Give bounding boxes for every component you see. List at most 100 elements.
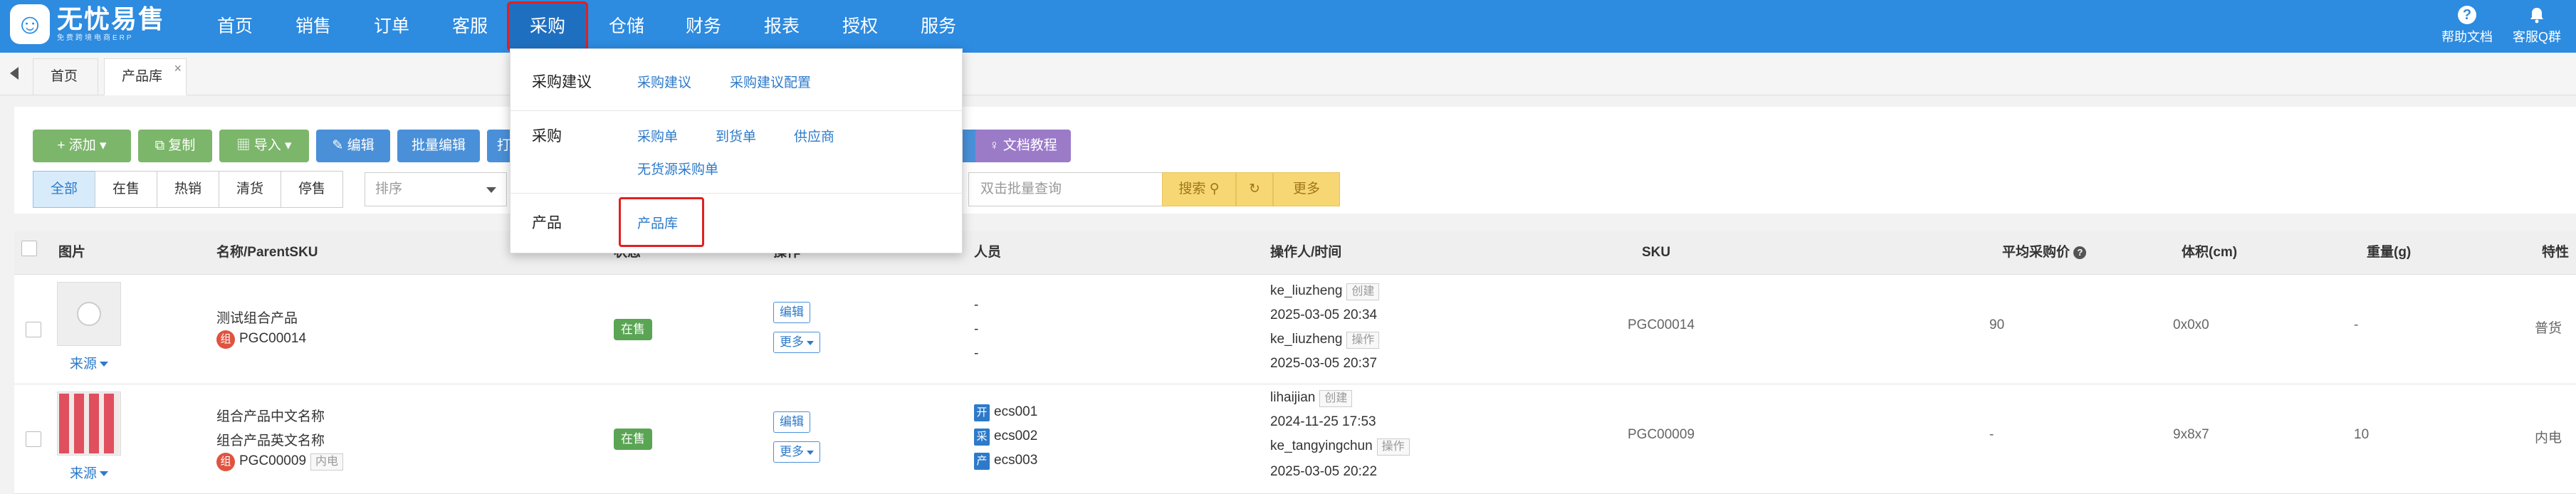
operated-time: 2025-03-05 20:22: [1270, 464, 1378, 479]
chevron-down-icon: [807, 450, 814, 455]
dd-link-supplier[interactable]: 供应商: [794, 126, 834, 145]
dd-link-arrival-order[interactable]: 到货单: [716, 126, 756, 145]
status-badge: 在售: [614, 319, 652, 340]
nav-authorization[interactable]: 授权: [839, 0, 881, 53]
product-image[interactable]: [57, 282, 121, 346]
chevron-down-icon: [486, 187, 496, 193]
combo-badge: 组: [216, 330, 235, 349]
operated-time: 2025-03-05 20:37: [1270, 356, 1378, 371]
header-name: 名称/ParentSKU: [216, 245, 318, 260]
row-avg-price: -: [1989, 427, 1994, 442]
batch-search-input[interactable]: 双击批量查询: [968, 172, 1169, 206]
logo-icon: ☺: [10, 4, 50, 44]
service-group-label: 客服Q群: [2512, 30, 2561, 44]
tab-product-library[interactable]: 产品库 ×: [104, 58, 187, 95]
dd-link-no-stock-purchase[interactable]: 无货源采购单: [637, 159, 718, 178]
dd-divider: [511, 193, 963, 194]
import-button[interactable]: ▦ 导入 ▾: [219, 130, 309, 162]
more-button[interactable]: 更多: [1273, 172, 1340, 206]
nav-purchase[interactable]: 采购: [507, 1, 588, 51]
filter-hot[interactable]: 热销: [157, 171, 219, 208]
row-checkbox[interactable]: [26, 322, 41, 337]
people-dev: 开 ecs001: [974, 404, 1037, 421]
tab-home[interactable]: 首页: [33, 58, 98, 95]
toolbar-panel: + 添加 ▾ ⧉ 复制 ▦ 导入 ▾ ✎ 编辑 批量编辑 打印 ♀ 文档教程 全…: [14, 107, 2576, 214]
edit-button[interactable]: ✎ 编辑: [316, 130, 390, 162]
filter-all[interactable]: 全部: [33, 171, 95, 208]
row-more-button[interactable]: 更多: [773, 441, 820, 463]
nav-services[interactable]: 服务: [917, 0, 960, 53]
nav-warehouse[interactable]: 仓储: [605, 0, 648, 53]
doc-tutorial-button[interactable]: ♀ 文档教程: [975, 130, 1071, 162]
product-image[interactable]: [57, 391, 121, 456]
sort-select[interactable]: 排序: [365, 172, 507, 206]
people-producer: -: [974, 346, 979, 361]
help-circle-icon[interactable]: ?: [2073, 246, 2087, 259]
nav-reports[interactable]: 报表: [760, 0, 803, 53]
tab-close-icon[interactable]: ×: [174, 51, 182, 86]
select-all-checkbox[interactable]: [21, 241, 37, 256]
operator: ke_tangyingchun 操作: [1270, 438, 1410, 456]
chevron-down-icon: [100, 471, 109, 477]
nav-finance[interactable]: 财务: [682, 0, 725, 53]
nav-orders[interactable]: 订单: [370, 0, 413, 53]
header-avg-price: 平均采购价 ?: [2002, 231, 2087, 275]
created-time: 2024-11-25 17:53: [1270, 414, 1376, 429]
product-name: 组合产品中文名称: [216, 409, 325, 424]
filter-on-sale[interactable]: 在售: [95, 171, 157, 208]
search-icon: ⚲: [1209, 182, 1220, 196]
status-badge: 在售: [614, 429, 652, 450]
help-docs-button[interactable]: ? 帮助文档: [2435, 6, 2499, 46]
import-icon: ▦: [236, 138, 251, 153]
product-name: 测试组合产品: [216, 311, 298, 326]
dd-divider: [511, 110, 963, 111]
bell-icon: [2530, 8, 2543, 23]
row-attr: 普货: [2535, 321, 2562, 336]
table-row[interactable]: 来源 测试组合产品 组 PGC00014 在售 编辑 更多 - - - ke_li…: [14, 275, 2576, 384]
help-docs-label: 帮助文档: [2441, 30, 2493, 44]
dd-link-product-library[interactable]: 产品库: [637, 213, 678, 232]
tab-scroll-left-icon[interactable]: [10, 67, 19, 80]
product-name-en: 组合产品英文名称: [216, 433, 325, 448]
row-weight: -: [2354, 317, 2359, 332]
dd-category-purchase: 采购: [532, 128, 562, 144]
dd-link-suggestion-config[interactable]: 采购建议配置: [730, 72, 811, 91]
combo-badge: 组: [216, 453, 235, 471]
header-weight: 重量(g): [2367, 245, 2412, 260]
row-edit-button[interactable]: 编辑: [773, 302, 810, 323]
row-sku: PGC00014: [1628, 317, 1695, 332]
row-checkbox[interactable]: [26, 431, 41, 447]
source-dropdown[interactable]: 来源: [70, 463, 109, 482]
dd-link-purchase-suggestion[interactable]: 采购建议: [637, 72, 691, 91]
header-volume: 体积(cm): [2182, 245, 2238, 260]
search-button[interactable]: 搜索 ⚲: [1162, 172, 1236, 206]
filter-clearance[interactable]: 清货: [219, 171, 281, 208]
refresh-button[interactable]: ↻: [1236, 172, 1273, 206]
chevron-down-icon: [100, 362, 109, 367]
nav-home[interactable]: 首页: [214, 0, 256, 53]
dd-link-purchase-order[interactable]: 采购单: [637, 126, 678, 145]
top-navigation: ☺ 无忧易售 免费跨境电商ERP 首页 销售 订单 客服 采购 仓储 财务 报表…: [0, 0, 2576, 53]
row-volume: 0x0x0: [2173, 317, 2209, 332]
header-sku: SKU: [1642, 245, 1671, 260]
source-dropdown[interactable]: 来源: [70, 353, 109, 372]
service-group-button[interactable]: 客服Q群: [2506, 6, 2567, 46]
table-header: 图片 名称/ParentSKU 状态 操作 人员 操作人/时间 SKU 平均采购…: [14, 231, 2576, 275]
row-edit-button[interactable]: 编辑: [773, 411, 810, 433]
row-more-button[interactable]: 更多: [773, 332, 820, 353]
add-button[interactable]: + 添加 ▾: [33, 130, 131, 162]
header-attr: 特性: [2542, 245, 2570, 260]
nav-sales[interactable]: 销售: [292, 0, 335, 53]
logo-subtitle: 免费跨境电商ERP: [57, 34, 134, 42]
refresh-icon: ↻: [1249, 182, 1260, 196]
operator: ke_liuzheng 操作: [1270, 332, 1380, 349]
filter-discontinued[interactable]: 停售: [281, 171, 343, 208]
tab-bar: 首页 产品库 ×: [0, 53, 2576, 95]
app-logo[interactable]: ☺ 无忧易售 免费跨境电商ERP: [10, 4, 165, 44]
row-weight: 10: [2354, 427, 2370, 442]
table-row[interactable]: 来源 组合产品中文名称 组合产品英文名称 组 PGC00009 内电 在售 编辑 更…: [14, 384, 2576, 494]
copy-button[interactable]: ⧉ 复制: [138, 130, 212, 162]
batch-edit-button[interactable]: 批量编辑: [397, 130, 480, 162]
nav-customer-service[interactable]: 客服: [449, 0, 491, 53]
lightbulb-icon: ♀: [989, 138, 1000, 153]
